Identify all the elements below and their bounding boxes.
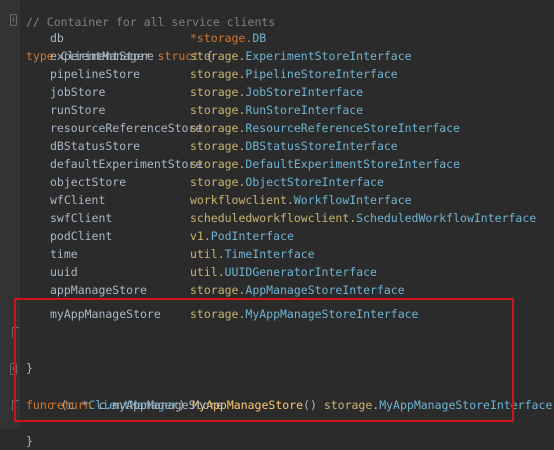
field-type: DB (252, 31, 267, 45)
field-name: resourceReferenceStore (50, 121, 203, 135)
field-line: jobStore storage.JobStoreInterface (0, 83, 554, 101)
code-line-struct-header: ↓ type ClientManager struct { (0, 11, 554, 63)
field-pkg: storage. (190, 85, 246, 99)
field-line: experimentStore storage.ExperimentStoreIn… (0, 47, 554, 65)
field-type: RunStoreInterface (245, 103, 364, 117)
field-name: jobStore (50, 85, 106, 99)
field-line: dBStatusStore storage.DBStatusStoreInterf… (0, 137, 554, 155)
field-name: wfClient (50, 193, 106, 207)
field-type: AppManageStoreInterface (245, 283, 405, 297)
field-type: PipelineStoreInterface (245, 67, 398, 81)
red-highlight-box (14, 298, 514, 422)
field-line: podClient v1.PodInterface (0, 227, 554, 245)
field-name: appManageStore (50, 283, 147, 297)
field-line: appManageStore storage.AppManageStoreInte… (0, 281, 554, 299)
field-pkg: scheduledworkflowclient. (190, 211, 357, 225)
field-line: time util.TimeInterface (0, 245, 554, 263)
field-type: ScheduledWorkflowInterface (356, 211, 537, 225)
func-close-brace: } (26, 434, 33, 448)
field-type: PodInterface (210, 229, 294, 243)
field-line: objectStore storage.ObjectStoreInterface (0, 173, 554, 191)
field-pkg: storage. (190, 283, 246, 297)
field-type: ExperimentStoreInterface (245, 49, 412, 63)
field-line: resourceReferenceStore storage.ResourceRe… (0, 119, 554, 137)
field-pkg: v1. (190, 229, 211, 243)
field-name: defaultExperimentStore (50, 157, 203, 171)
field-type: WorkflowInterface (293, 193, 412, 207)
field-pkg: util. (190, 265, 225, 279)
implementation-marker-icon[interactable]: ↓ (10, 14, 17, 26)
field-pkg: storage. (190, 49, 246, 63)
field-line: swfClient scheduledworkflowclient.Schedul… (0, 209, 554, 227)
field-type: ObjectStoreInterface (245, 175, 384, 189)
field-pkg: storage. (190, 175, 246, 189)
field-name: uuid (50, 265, 78, 279)
field-type: DefaultExperimentStoreInterface (245, 157, 461, 171)
field-pkg: storage. (190, 157, 246, 171)
field-name: runStore (50, 103, 106, 117)
field-line: runStore storage.RunStoreInterface (0, 101, 554, 119)
field-name: podClient (50, 229, 113, 243)
field-name: objectStore (50, 175, 127, 189)
field-name: experimentStore (50, 49, 154, 63)
field-pkg: workflowclient. (190, 193, 294, 207)
field-type: DBStatusStoreInterface (245, 139, 398, 153)
field-pkg: storage. (190, 103, 246, 117)
field-pkg: *storage. (190, 31, 253, 45)
field-line: wfClient workflowclient.WorkflowInterface (0, 191, 554, 209)
field-pkg: storage. (190, 121, 246, 135)
field-line: defaultExperimentStore storage.DefaultExp… (0, 155, 554, 173)
field-name: pipelineStore (50, 67, 141, 81)
field-type: UUIDGeneratorInterface (224, 265, 377, 279)
field-type: ResourceReferenceStoreInterface (245, 121, 461, 135)
field-name: dBStatusStore (50, 139, 141, 153)
field-type: JobStoreInterface (245, 85, 364, 99)
field-pkg: util. (190, 247, 225, 261)
field-pkg: storage. (190, 67, 246, 81)
field-line: pipelineStore storage.PipelineStoreInterf… (0, 65, 554, 83)
field-name: db (50, 31, 64, 45)
field-pkg: storage. (190, 139, 246, 153)
field-name: swfClient (50, 211, 113, 225)
field-type: TimeInterface (224, 247, 315, 261)
field-name: time (50, 247, 78, 261)
field-line: uuid util.UUIDGeneratorInterface (0, 263, 554, 281)
field-line: db *storage.DB (0, 29, 554, 47)
